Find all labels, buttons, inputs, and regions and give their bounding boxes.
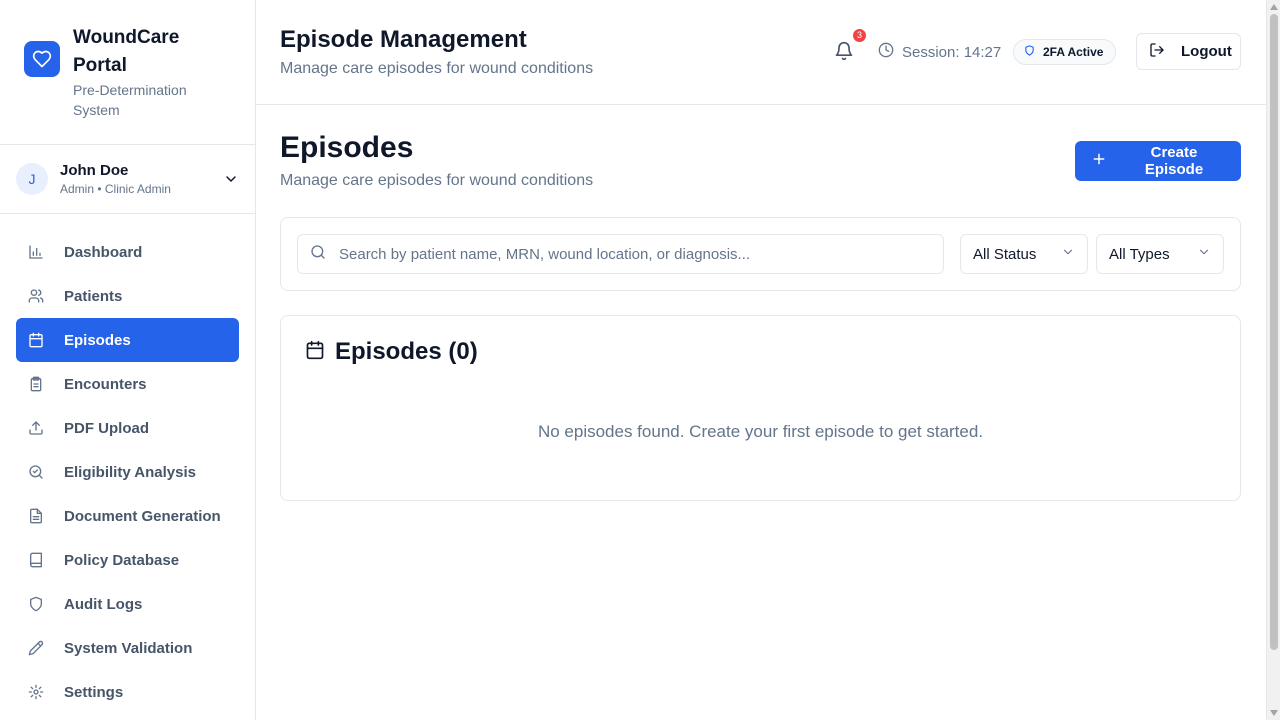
sidebar-item-dashboard[interactable]: Dashboard [16,230,239,274]
type-filter-value: All Types [1109,245,1170,263]
sidebar-item-label: Encounters [64,375,147,393]
sidebar-item-eligibility-analysis[interactable]: Eligibility Analysis [16,450,239,494]
episodes-card: Episodes (0) No episodes found. Create y… [280,315,1241,501]
file-text-icon [28,508,44,524]
sidebar-item-episodes[interactable]: Episodes [16,318,239,362]
brand: WoundCare Portal Pre-Determination Syste… [0,0,255,145]
sidebar-item-label: Patients [64,287,123,305]
calendar-icon [28,332,44,348]
sidebar-item-label: Episodes [64,331,131,349]
episodes-card-header: Episodes (0) [305,338,478,366]
brand-title: WoundCare Portal [73,27,180,76]
chevron-down-icon [1061,245,1075,263]
sidebar-item-label: System Validation [64,639,193,657]
create-episode-label: Create Episode [1144,144,1204,178]
sidebar-item-label: Policy Database [64,551,180,569]
notification-badge: 3 [853,29,866,42]
sidebar-item-system-validation[interactable]: System Validation [16,626,239,670]
avatar: J [16,163,48,195]
sidebar-item-encounters[interactable]: Encounters [16,362,239,406]
search-box[interactable] [297,234,944,274]
page-subtitle: Manage care episodes for wound condition… [280,172,594,189]
wrench-icon [28,640,44,656]
sidebar-item-label: Document Generation [64,507,221,525]
calendar-icon [305,340,325,365]
sidebar-item-policy-database[interactable]: Policy Database [16,538,239,582]
sidebar-item-document-generation[interactable]: Document Generation [16,494,239,538]
sidebar-item-settings[interactable]: Settings [16,670,239,714]
clipboard-icon [28,376,44,392]
status-filter-select[interactable]: All Status [960,234,1088,274]
log-out-icon [1149,42,1165,62]
twofa-label: 2FA Active [1043,45,1104,59]
session-text: Session: 14:27 [902,43,1002,61]
gear-icon [28,684,44,700]
search-input[interactable] [339,245,931,263]
header-subtitle: Manage care episodes for wound condition… [280,60,594,77]
vertical-scrollbar[interactable] [1266,0,1280,720]
plus-icon [1091,151,1107,171]
logout-button[interactable]: Logout [1136,33,1241,70]
app-root: WoundCare Portal Pre-Determination Syste… [0,0,1280,720]
heart-icon [24,41,60,77]
header-title: Episode Management [280,26,527,53]
status-badge: 2FA Active [1013,39,1117,65]
search-icon [310,244,326,265]
search-check-icon [28,464,44,480]
sidebar-nav: Dashboard Patients Episodes Encounters P… [0,214,255,714]
user-name: John Doe [60,161,129,179]
sidebar-item-label: Eligibility Analysis [64,463,196,481]
sidebar-item-label: PDF Upload [64,419,149,437]
chevron-down-icon [1197,245,1211,263]
page-title: Episodes [280,131,414,164]
user-menu[interactable]: J John Doe Admin • Clinic Admin [0,145,255,214]
upload-icon [28,420,44,436]
logout-label: Logout [1181,43,1232,60]
sidebar-item-audit-logs[interactable]: Audit Logs [16,582,239,626]
main-content: Episodes Manage care episodes for wound … [256,105,1266,720]
type-filter-select[interactable]: All Types [1096,234,1224,274]
empty-state-message: No episodes found. Create your first epi… [537,422,984,441]
scrollbar-thumb[interactable] [1270,14,1278,650]
user-role: Admin • Clinic Admin [60,181,171,196]
bar-chart-icon [28,244,44,260]
episodes-card-title: Episodes (0) [335,338,478,365]
sidebar: WoundCare Portal Pre-Determination Syste… [0,0,256,720]
sidebar-item-label: Audit Logs [64,595,143,613]
shield-icon [1024,45,1035,59]
users-icon [28,288,44,304]
bell-icon[interactable] [834,41,854,61]
filter-bar: All Status All Types [280,217,1241,291]
sidebar-item-label: Dashboard [64,243,143,261]
clock-icon [878,42,894,62]
sidebar-item-pdf-upload[interactable]: PDF Upload [16,406,239,450]
brand-subtitle: Pre-Determination System [73,82,187,118]
scroll-down-arrow-icon[interactable] [1270,709,1278,717]
sidebar-item-label: Settings [64,683,124,701]
top-header: Episode Management Manage care episodes … [256,0,1266,105]
create-episode-button[interactable]: Create Episode [1075,141,1241,181]
session-timer: Session: 14:27 [878,42,1001,62]
chevron-down-icon[interactable] [223,171,239,187]
status-filter-value: All Status [973,245,1037,263]
shield-icon [28,596,44,612]
sidebar-item-patients[interactable]: Patients [16,274,239,318]
scroll-up-arrow-icon[interactable] [1270,3,1278,11]
book-icon [28,552,44,568]
